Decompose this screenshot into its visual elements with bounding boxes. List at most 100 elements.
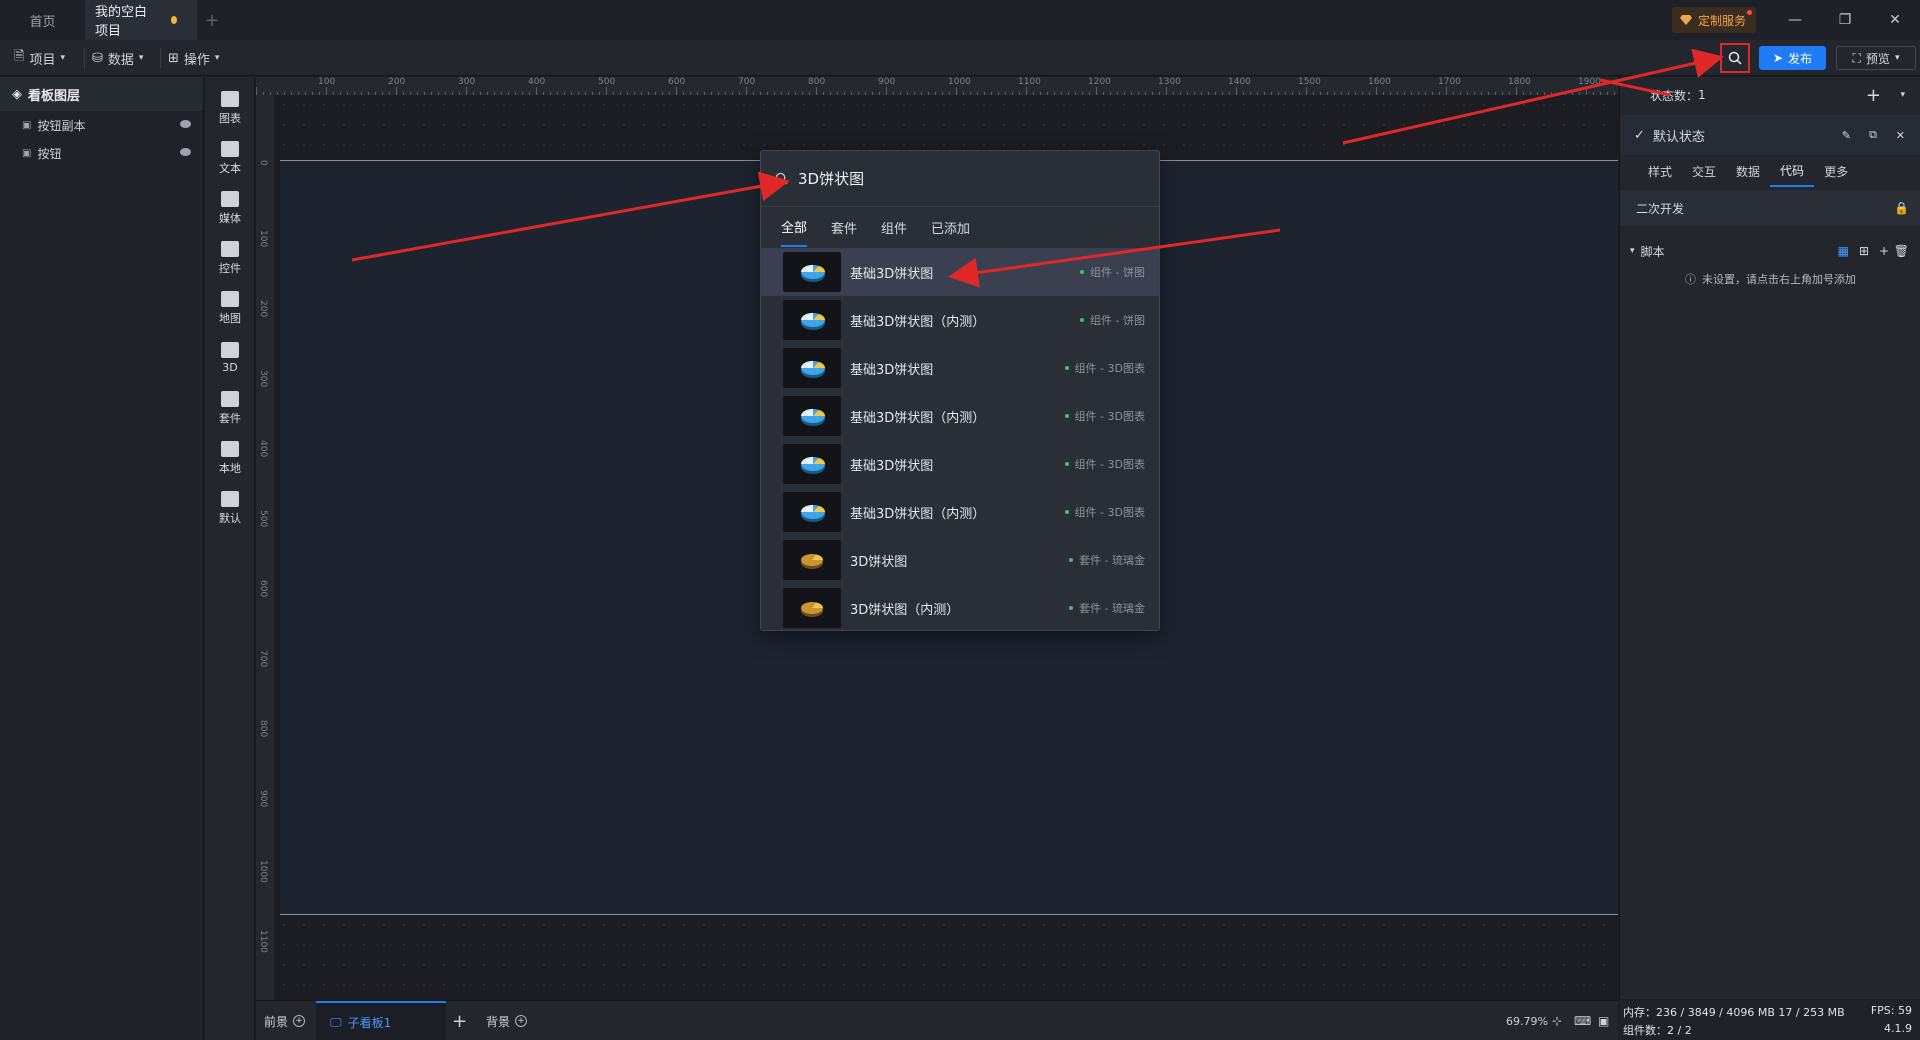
script-label: 脚本 xyxy=(1640,244,1665,259)
add-subboard-icon[interactable]: + xyxy=(452,1001,467,1040)
result-category-label: 组件 - 3D图表 xyxy=(1074,458,1145,471)
search-result-item[interactable]: 基础3D饼状图（内测） 组件 - 3D图表 xyxy=(761,392,1159,440)
tab-added[interactable]: 已添加 xyxy=(931,207,970,247)
preview-label: 预览 xyxy=(1865,51,1890,66)
component-label: 地图 xyxy=(219,311,241,325)
fit-screen-icon[interactable]: ⊹ xyxy=(1552,1001,1562,1040)
blue-pie-thumbnail-icon xyxy=(783,444,841,484)
result-category-label: 组件 - 饼图 xyxy=(1090,314,1145,327)
tab-subboard[interactable]: 🖵 子看板1 xyxy=(316,1001,446,1040)
result-category: 套件 - 琉璃金 xyxy=(1069,536,1145,584)
result-category-label: 组件 - 3D图表 xyxy=(1074,362,1145,375)
default-state-row[interactable]: ✓ 默认状态 ✎ ⧉ ✕ xyxy=(1620,115,1920,155)
background-layer[interactable]: 背景 + xyxy=(486,1001,528,1040)
ruler-tick xyxy=(956,87,957,95)
lock-icon[interactable]: 🔒 xyxy=(1894,201,1909,215)
tab-interaction[interactable]: 交互 xyxy=(1682,155,1726,187)
add-tab-icon[interactable]: + xyxy=(197,10,227,31)
zoom-label: 69.79% xyxy=(1506,1014,1548,1028)
menu-data[interactable]: ⛁ 数据 ▾ xyxy=(92,40,143,76)
menu-project[interactable]: 🗎 项目 ▾ xyxy=(14,40,65,76)
component-control[interactable]: 控件 xyxy=(205,233,255,283)
search-result-item[interactable]: 3D饼状图 套件 - 琉璃金 xyxy=(761,536,1159,584)
zoom-level[interactable]: 69.79% xyxy=(1506,1001,1548,1040)
trash-icon[interactable]: 🗑 xyxy=(1894,244,1909,258)
tab-components[interactable]: 组件 xyxy=(881,207,907,247)
component-kit[interactable]: 套件 xyxy=(205,383,255,433)
tab-code[interactable]: 代码 xyxy=(1770,155,1815,187)
hide-eye-icon[interactable] xyxy=(180,148,191,156)
minimize-icon[interactable]: — xyxy=(1770,0,1820,40)
ruler-label: 200 xyxy=(258,300,268,318)
search-result-item[interactable]: 基础3D饼状图（内测） 组件 - 饼图 xyxy=(761,296,1159,344)
result-name: 3D饼状图 xyxy=(850,554,908,570)
script-row[interactable]: ▾ 脚本 ▦ ⊞ + 🗑 xyxy=(1620,237,1920,265)
component-text[interactable]: 文本 xyxy=(205,133,255,183)
search-result-item[interactable]: 基础3D饼状图（内测） 组件 - 3D图表 xyxy=(761,488,1159,536)
search-result-item[interactable]: 基础3D饼状图 组件 - 饼图 xyxy=(761,248,1159,296)
tab-kits[interactable]: 套件 xyxy=(831,207,857,247)
close-icon[interactable]: ✕ xyxy=(1896,129,1905,142)
add-state-icon[interactable]: + xyxy=(1866,85,1881,106)
ruler-tick xyxy=(256,87,257,95)
search-result-item[interactable]: 基础3D饼状图 组件 - 3D图表 xyxy=(761,344,1159,392)
tab-label: 更多 xyxy=(1824,164,1849,179)
preview-button[interactable]: ⛶ 预览 ▾ xyxy=(1836,46,1916,70)
copy-icon[interactable]: ⧉ xyxy=(1869,128,1877,142)
layer-item[interactable]: ▣ 按钮 xyxy=(0,139,203,167)
component-3d[interactable]: 3D xyxy=(205,333,255,383)
edit-icon[interactable]: ✎ xyxy=(1842,129,1851,142)
file-icon: 🗎 xyxy=(14,49,25,64)
search-result-item[interactable]: 3D饼状图（内测） 套件 - 琉璃金 xyxy=(761,584,1159,632)
search-button[interactable] xyxy=(1720,43,1750,73)
tab-style[interactable]: 样式 xyxy=(1638,155,1682,187)
result-name: 基础3D饼状图 xyxy=(850,458,934,474)
tab-label: 交互 xyxy=(1692,164,1717,179)
component-local[interactable]: 本地 xyxy=(205,433,255,483)
tab-all[interactable]: 全部 xyxy=(781,207,808,247)
restore-icon[interactable]: ❐ xyxy=(1820,0,1870,40)
hide-eye-icon[interactable] xyxy=(180,120,191,128)
tab-data[interactable]: 数据 xyxy=(1726,155,1770,187)
layer-item[interactable]: ▣ 按钮副本 xyxy=(0,111,203,139)
terminal-icon[interactable]: ▣ xyxy=(1598,1001,1609,1040)
keyboard-icon[interactable]: ⌨ xyxy=(1574,1001,1591,1040)
tab-project[interactable]: 我的空白项目 xyxy=(85,0,197,40)
bottom-bar: 前景 + 🖵 子看板1 + 背景 + 69.79% ⊹ ⌨ ▣ xyxy=(256,1000,1618,1040)
custom-service-button[interactable]: 定制服务 xyxy=(1671,7,1756,33)
menu-project-label: 项目 xyxy=(29,52,56,68)
result-category-label: 组件 - 饼图 xyxy=(1090,266,1145,279)
background-label: 背景 xyxy=(486,1014,511,1029)
tab-more[interactable]: 更多 xyxy=(1814,155,1858,187)
add-circle-icon[interactable]: + xyxy=(293,1015,306,1027)
layer-label: 按钮 xyxy=(37,146,62,161)
component-default[interactable]: 默认 xyxy=(205,483,255,533)
foreground-layer[interactable]: 前景 + xyxy=(264,1001,306,1040)
check-icon: ✓ xyxy=(1634,127,1645,143)
version-label: 4.1.9 xyxy=(1884,1022,1912,1035)
component-media[interactable]: 媒体 xyxy=(205,183,255,233)
ruler-label: 1700 xyxy=(1438,77,1461,87)
add-circle-icon[interactable]: + xyxy=(515,1015,528,1027)
chevron-down-icon[interactable]: ▾ xyxy=(1630,246,1635,256)
layers-header: ◈ 看板图层 xyxy=(0,77,203,111)
ruler-label: 300 xyxy=(458,77,476,87)
search-input[interactable] xyxy=(798,169,1098,188)
search-result-item[interactable]: 基础3D饼状图 组件 - 3D图表 xyxy=(761,440,1159,488)
result-category-label: 套件 - 琉璃金 xyxy=(1079,602,1145,615)
tab-home[interactable]: 首页 xyxy=(0,0,85,40)
component-chart[interactable]: 图表 xyxy=(205,83,255,133)
component-label: 文本 xyxy=(219,161,241,175)
chevron-down-icon[interactable]: ▾ xyxy=(1900,90,1905,100)
add-icon[interactable]: + xyxy=(1879,244,1889,258)
divider xyxy=(160,48,161,68)
layout-icon[interactable]: ▦ xyxy=(1838,244,1849,258)
ruler-label: 0 xyxy=(258,160,268,166)
status-dot-icon xyxy=(1064,510,1069,514)
table-icon[interactable]: ⊞ xyxy=(1859,244,1869,258)
blue-pie-thumbnail-icon xyxy=(783,348,841,388)
publish-button[interactable]: ➤ 发布 xyxy=(1759,46,1826,70)
close-icon[interactable]: ✕ xyxy=(1870,0,1920,40)
menu-operation[interactable]: ⊞ 操作 ▾ xyxy=(168,40,219,76)
component-map[interactable]: 地图 xyxy=(205,283,255,333)
